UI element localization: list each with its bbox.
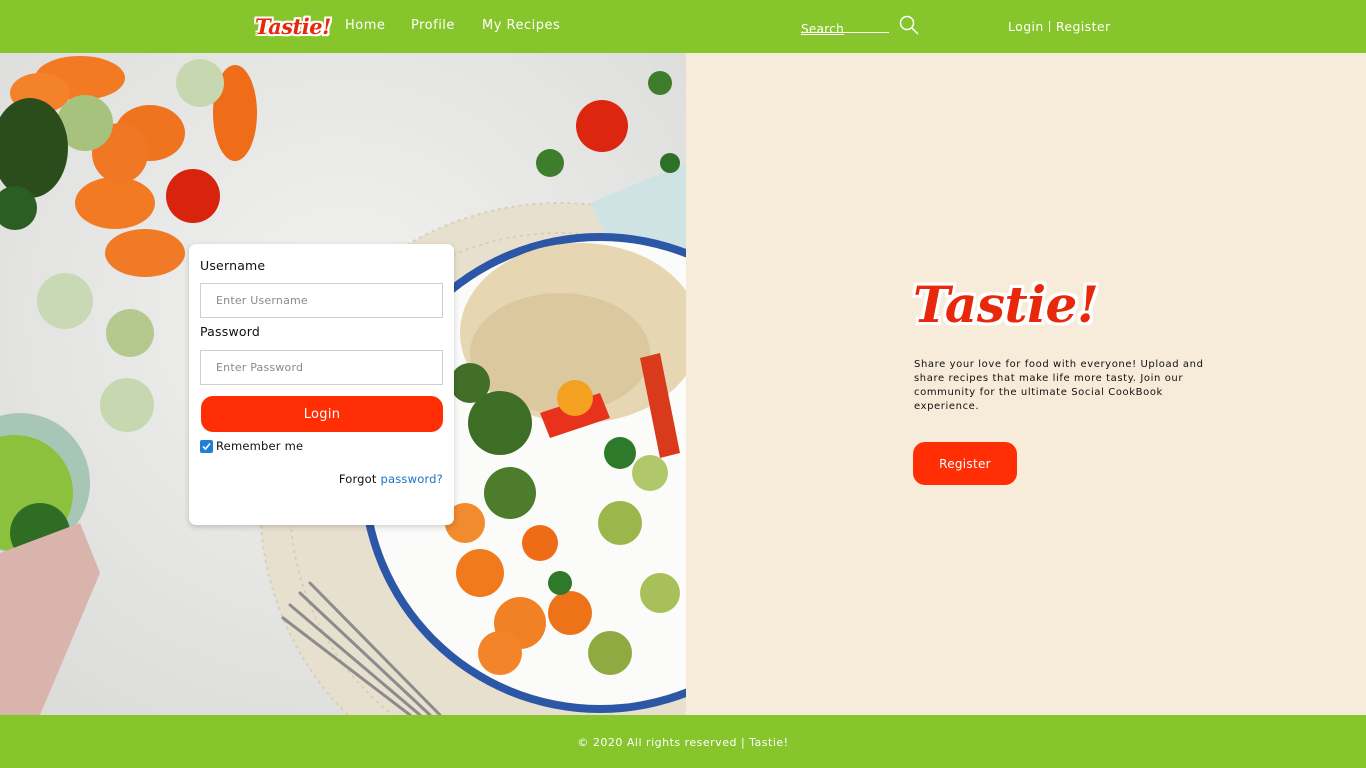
promo-logo: Tastie! xyxy=(913,268,1099,340)
navbar: Tastie! Home Profile My Recipes Login | … xyxy=(0,0,1366,53)
brand-logo[interactable]: Tastie! xyxy=(255,10,331,42)
username-label: Username xyxy=(200,258,266,273)
footer: © 2020 All rights reserved | Tastie! xyxy=(0,715,1366,768)
register-button[interactable]: Register xyxy=(913,442,1017,485)
password-input[interactable] xyxy=(200,350,443,385)
forgot-prefix: Forgot xyxy=(338,472,377,486)
forgot-password-link[interactable]: password? xyxy=(380,472,443,486)
login-card: Username Password Login Remember me Forg… xyxy=(189,244,454,525)
login-button[interactable]: Login xyxy=(201,396,443,432)
footer-copyright: © 2020 All rights reserved | Tastie! xyxy=(577,736,789,749)
password-label: Password xyxy=(200,324,260,339)
search-input[interactable] xyxy=(801,22,889,36)
forgot-password: Forgot password? xyxy=(339,472,443,486)
nav-link-home[interactable]: Home xyxy=(345,18,385,33)
username-input[interactable] xyxy=(200,283,443,318)
remember-me-checkbox[interactable] xyxy=(200,439,213,453)
auth-separator: | xyxy=(1047,19,1052,32)
brand-logo-text: Tastie! xyxy=(255,13,331,39)
nav-link-profile[interactable]: Profile xyxy=(411,18,455,33)
nav-link-my-recipes[interactable]: My Recipes xyxy=(482,18,560,33)
promo-logo-text: Tastie! xyxy=(913,274,1099,334)
nav-login-link[interactable]: Login xyxy=(1008,19,1044,34)
remember-me-row: Remember me xyxy=(200,439,303,453)
search-icon[interactable] xyxy=(899,15,919,35)
remember-me-label: Remember me xyxy=(216,439,304,453)
promo-tagline: Share your love for food with everyone! … xyxy=(914,359,1204,412)
search-box xyxy=(801,18,889,36)
nav-register-link[interactable]: Register xyxy=(1056,19,1111,34)
auth-links: Login | Register xyxy=(1008,19,1111,34)
checkmark-icon xyxy=(202,442,211,450)
